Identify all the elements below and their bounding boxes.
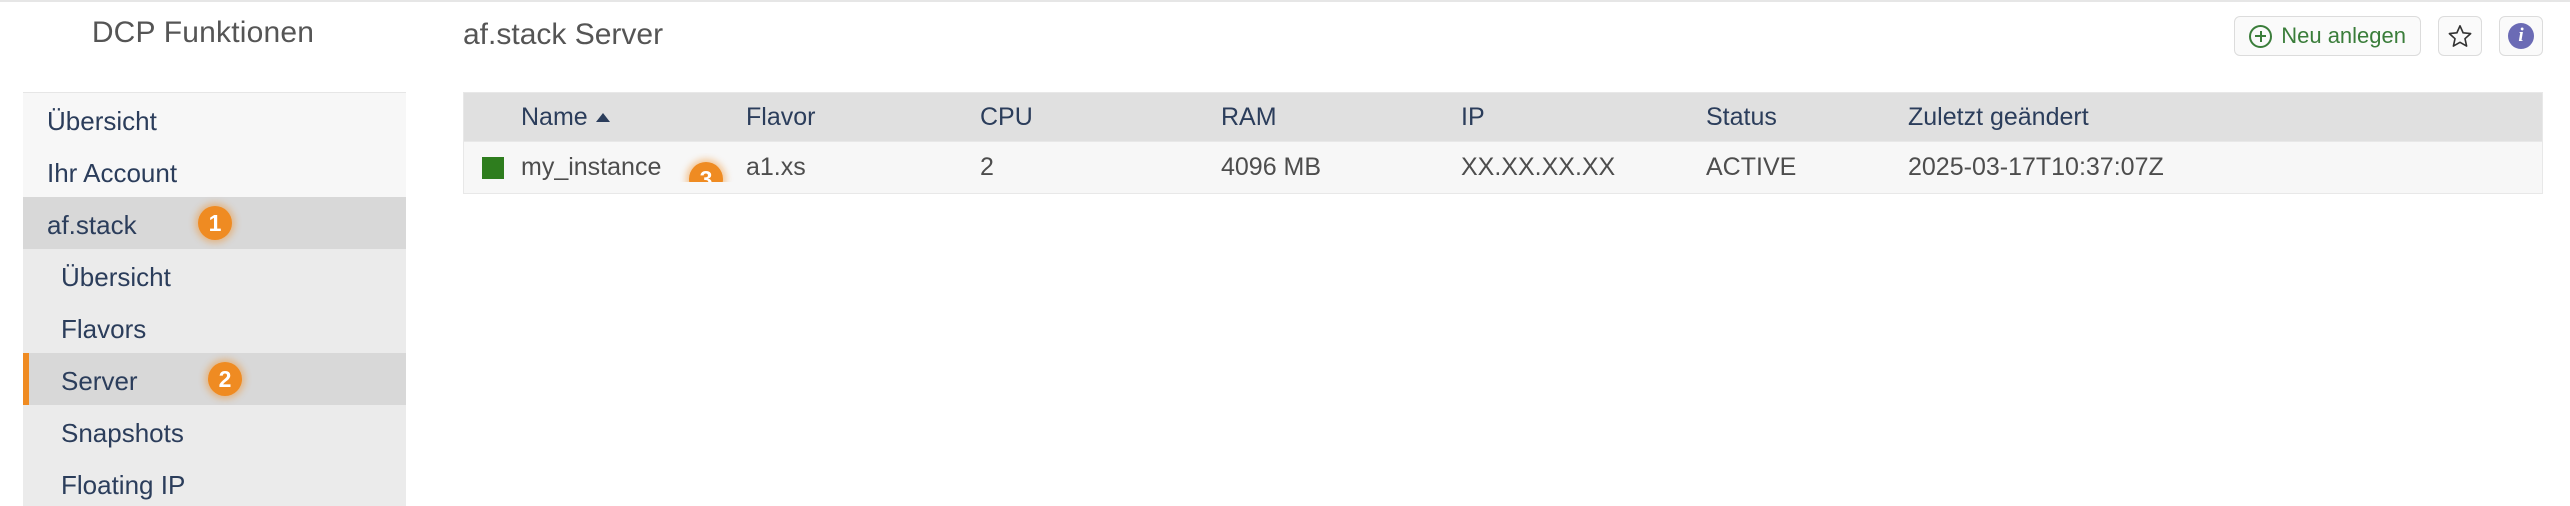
sidebar-item-label: Übersicht	[47, 106, 157, 137]
sidebar-title: DCP Funktionen	[91, 16, 315, 49]
column-header-modified[interactable]: Zuletzt geändert	[1908, 103, 2308, 132]
toolbar: Neu anlegen i	[2234, 16, 2543, 56]
sidebar-item-floating-ip[interactable]: Floating IP	[23, 457, 406, 506]
column-header-cpu[interactable]: CPU	[980, 103, 1221, 132]
column-header-name-label: Name	[521, 102, 588, 131]
sidebar-item-label: Übersicht	[61, 262, 171, 293]
row-cell-status: ACTIVE	[1706, 153, 1797, 181]
row-name-label: my_instance	[521, 153, 662, 181]
row-cell-flavor: a1.xs	[746, 153, 806, 181]
sidebar: DCP Funktionen Übersicht Ihr Account af.…	[0, 2, 406, 506]
sidebar-item-af-stack-uebersicht[interactable]: Übersicht	[23, 249, 406, 301]
plus-circle-icon	[2249, 24, 2273, 48]
sidebar-item-label: af.stack	[47, 210, 137, 241]
column-header-ip[interactable]: IP	[1461, 103, 1706, 132]
sidebar-item-flavors[interactable]: Flavors	[23, 301, 406, 353]
app-window: DCP Funktionen Übersicht Ihr Account af.…	[0, 0, 2570, 506]
row-cell-ip: XX.XX.XX.XX	[1461, 153, 1616, 181]
row-cell-name[interactable]: my_instance 3	[521, 153, 746, 182]
table-row[interactable]: my_instance 3 a1.xs 2 4096 MB XX.XX.XX.X…	[464, 141, 2542, 193]
sidebar-item-label: Server	[61, 366, 138, 397]
column-header-flavor[interactable]: Flavor	[746, 103, 980, 132]
sidebar-item-label: Snapshots	[61, 418, 184, 449]
star-icon	[2448, 25, 2472, 47]
sidebar-item-snapshots[interactable]: Snapshots	[23, 405, 406, 457]
row-cell-ram: 4096 MB	[1221, 153, 1322, 181]
sort-ascending-icon	[595, 113, 610, 123]
sidebar-item-label: Floating IP	[61, 470, 186, 501]
step-badge-3: 3	[689, 162, 723, 182]
server-table: Name Flavor CPU RAM IP Status Zuletzt ge…	[463, 92, 2543, 194]
row-cell-modified: 2025-03-17T10:37:07Z	[1908, 153, 2164, 181]
sidebar-item-af-stack[interactable]: af.stack 1	[23, 197, 406, 249]
page-title: af.stack Server	[463, 18, 664, 51]
column-header-ram[interactable]: RAM	[1221, 103, 1461, 132]
step-badge-2: 2	[208, 362, 242, 396]
row-status-indicator	[464, 156, 521, 179]
sidebar-item-label: Flavors	[61, 314, 147, 345]
new-button[interactable]: Neu anlegen	[2234, 16, 2421, 56]
green-square-icon	[481, 156, 504, 179]
sidebar-item-uebersicht[interactable]: Übersicht	[23, 93, 406, 145]
column-header-name[interactable]: Name	[521, 103, 746, 132]
column-header-status[interactable]: Status	[1706, 103, 1908, 132]
info-button[interactable]: i	[2499, 16, 2543, 56]
sidebar-item-label: Ihr Account	[47, 158, 178, 189]
favorite-button[interactable]	[2438, 16, 2482, 56]
row-cell-cpu: 2	[980, 153, 994, 181]
new-button-label: Neu anlegen	[2281, 23, 2406, 48]
step-badge-1: 1	[198, 206, 232, 240]
sidebar-item-server[interactable]: Server 2	[23, 353, 406, 405]
info-circle-icon: i	[2508, 23, 2534, 49]
table-header-row: Name Flavor CPU RAM IP Status Zuletzt ge…	[464, 93, 2542, 141]
sidebar-nav: Übersicht Ihr Account af.stack 1 Übersic…	[23, 92, 406, 506]
main-content: af.stack Server Neu anlegen i Name Flavo…	[406, 2, 2570, 506]
sidebar-item-ihr-account[interactable]: Ihr Account	[23, 145, 406, 197]
